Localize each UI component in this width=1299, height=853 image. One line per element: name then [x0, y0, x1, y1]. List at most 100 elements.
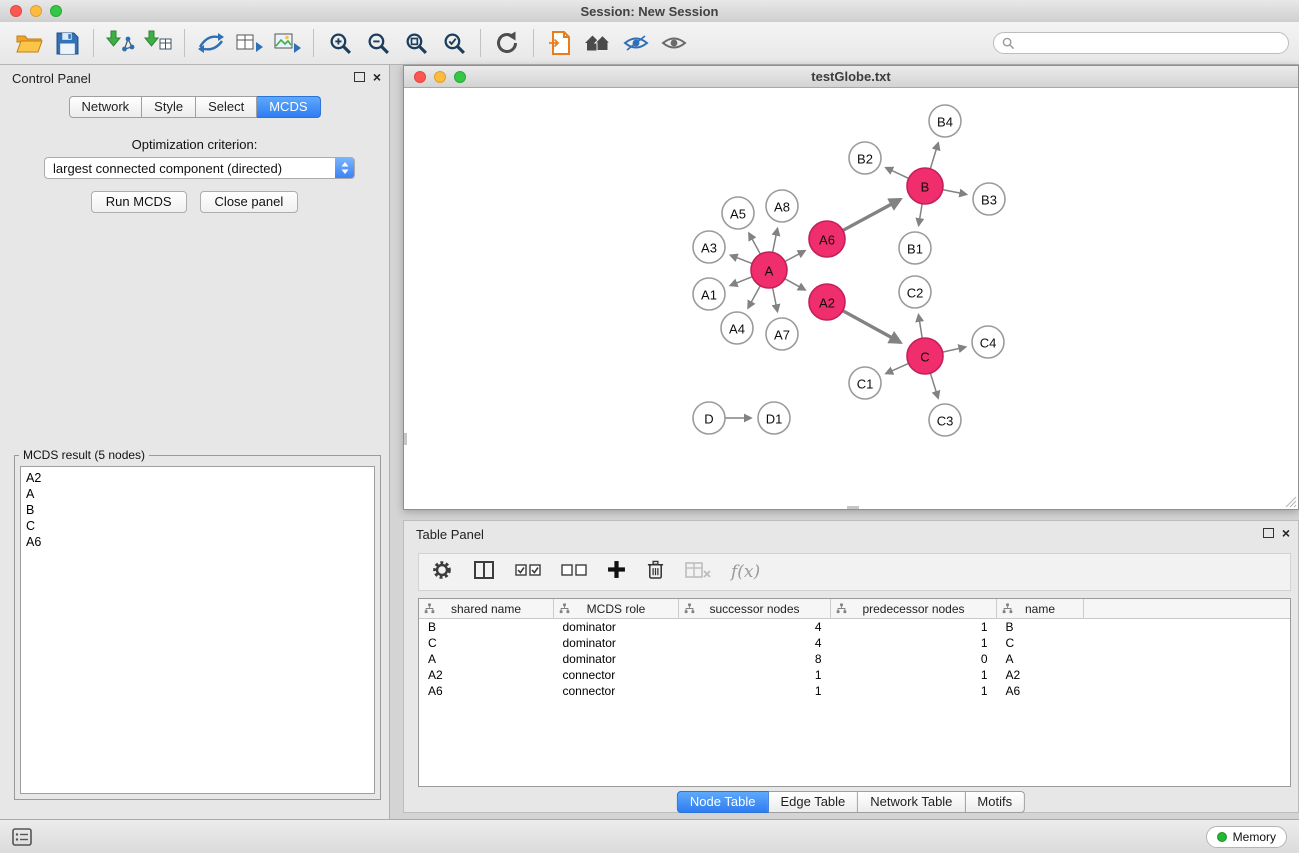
- graphics-details-button[interactable]: [617, 26, 655, 60]
- mcds-result-list[interactable]: A2ABCA6: [20, 466, 375, 794]
- table-row[interactable]: A2connector11A2: [419, 667, 1290, 683]
- import-table-button[interactable]: [139, 26, 177, 60]
- graph-edge-C-C4[interactable]: [943, 347, 966, 352]
- graph-node-label: A7: [774, 328, 790, 343]
- vertical-scroll-thumb[interactable]: [404, 433, 407, 445]
- memory-button[interactable]: Memory: [1206, 826, 1287, 848]
- task-history-button[interactable]: [12, 828, 32, 851]
- column-header-successor-nodes[interactable]: successor nodes: [679, 599, 831, 619]
- network-graph[interactable]: B4B2BB3A5A8A6B1A3AC2A1A2A4A7C4CC1C3DD1: [404, 88, 1297, 509]
- tab-style[interactable]: Style: [142, 96, 196, 118]
- delete-column-button[interactable]: [646, 559, 665, 585]
- column-header-shared-name[interactable]: shared name: [419, 599, 554, 619]
- network-canvas[interactable]: B4B2BB3A5A8A6B1A3AC2A1A2A4A7C4CC1C3DD1: [404, 88, 1298, 509]
- close-panel-icon[interactable]: ×: [373, 71, 381, 83]
- homes-icon: [583, 31, 613, 55]
- graph-edge-A-A1[interactable]: [730, 277, 752, 286]
- column-header-predecessor-nodes[interactable]: predecessor nodes: [831, 599, 997, 619]
- export-image-button[interactable]: [268, 26, 306, 60]
- close-panel-button[interactable]: Close panel: [200, 191, 299, 213]
- refresh-view-button[interactable]: [488, 26, 526, 60]
- zoom-selected-icon: [442, 31, 467, 56]
- tab-select[interactable]: Select: [196, 96, 257, 118]
- deselect-all-rows-button[interactable]: [561, 563, 587, 582]
- neighborhood-button[interactable]: [579, 26, 617, 60]
- search-field[interactable]: [993, 32, 1289, 54]
- tab-edge-table[interactable]: Edge Table: [768, 791, 858, 813]
- optimization-criterion-select[interactable]: largest connected component (directed): [44, 157, 355, 179]
- function-builder-button[interactable]: f(x): [731, 562, 760, 582]
- graph-edge-B-B2[interactable]: [886, 168, 909, 179]
- select-all-rows-button[interactable]: [515, 563, 541, 582]
- zoom-out-button[interactable]: [359, 26, 397, 60]
- refresh-icon: [494, 30, 520, 56]
- column-header-name[interactable]: name: [997, 599, 1084, 619]
- table-row[interactable]: Cdominator41C: [419, 635, 1290, 651]
- export-network-button[interactable]: [192, 26, 230, 60]
- unchecked-boxes-icon: [561, 563, 587, 577]
- graph-edge-A-A5[interactable]: [749, 233, 760, 254]
- table-row[interactable]: Bdominator41B: [419, 619, 1290, 636]
- table-settings-button[interactable]: [431, 559, 453, 586]
- clipboard-icon: [548, 30, 572, 56]
- graph-edge-A-A7[interactable]: [773, 288, 778, 312]
- save-session-button[interactable]: [48, 26, 86, 60]
- column-tree-icon: [836, 603, 847, 614]
- graph-edge-B-B4[interactable]: [930, 143, 938, 169]
- graph-edge-A2-C[interactable]: [843, 311, 901, 343]
- delete-table-button[interactable]: [685, 561, 711, 584]
- mcds-result-title: MCDS result (5 nodes): [19, 448, 149, 462]
- zoom-fit-button[interactable]: [397, 26, 435, 60]
- tab-network-table[interactable]: Network Table: [858, 791, 965, 813]
- graph-edge-A-A8[interactable]: [773, 229, 778, 253]
- tab-network[interactable]: Network: [68, 96, 142, 118]
- select-columns-button[interactable]: [473, 560, 495, 585]
- table-row[interactable]: A6connector11A6: [419, 683, 1290, 699]
- dropdown-stepper-icon[interactable]: [335, 158, 354, 178]
- eye-icon: [661, 33, 687, 53]
- toolbar-separator: [480, 29, 481, 57]
- export-table-button[interactable]: [230, 26, 268, 60]
- tab-motifs[interactable]: Motifs: [965, 791, 1025, 813]
- memory-status-icon: [1217, 832, 1227, 842]
- graph-edge-B-B1[interactable]: [919, 204, 922, 226]
- zoom-selected-button[interactable]: [435, 26, 473, 60]
- float-panel-icon[interactable]: [1263, 528, 1274, 538]
- graph-edge-A-A2[interactable]: [785, 279, 805, 290]
- float-panel-icon[interactable]: [354, 72, 365, 82]
- graph-edge-C-C3[interactable]: [930, 373, 938, 398]
- mcds-result-item[interactable]: A: [26, 486, 369, 502]
- graph-edge-A6-B[interactable]: [843, 199, 901, 230]
- mcds-result-item[interactable]: A2: [26, 470, 369, 486]
- add-column-button[interactable]: [607, 560, 626, 584]
- resize-grip-icon[interactable]: [1283, 494, 1297, 508]
- control-panel-title: Control Panel: [12, 71, 91, 86]
- tab-node-table[interactable]: Node Table: [677, 791, 769, 813]
- column-header-MCDS-role[interactable]: MCDS role: [554, 599, 679, 619]
- tab-mcds[interactable]: MCDS: [257, 96, 320, 118]
- graph-edge-B-B3[interactable]: [943, 190, 967, 195]
- checked-boxes-icon: [515, 563, 541, 577]
- graph-edge-A-A6[interactable]: [785, 251, 805, 262]
- run-mcds-button[interactable]: Run MCDS: [91, 191, 187, 213]
- graph-edge-C-C1[interactable]: [886, 363, 909, 373]
- import-network-button[interactable]: [101, 26, 139, 60]
- zoom-in-button[interactable]: [321, 26, 359, 60]
- graph-edge-A-A3[interactable]: [730, 255, 752, 263]
- zoom-in-icon: [328, 31, 353, 56]
- mcds-result-item[interactable]: A6: [26, 534, 369, 550]
- open-session-button[interactable]: [10, 26, 48, 60]
- task-list-icon: [12, 828, 32, 846]
- trash-icon: [646, 559, 665, 580]
- birds-eye-view-button[interactable]: [655, 26, 693, 60]
- close-panel-icon[interactable]: ×: [1282, 527, 1290, 539]
- import-clipboard-button[interactable]: [541, 26, 579, 60]
- mcds-result-item[interactable]: B: [26, 502, 369, 518]
- table-row[interactable]: Adominator80A: [419, 651, 1290, 667]
- graph-edge-A-A4[interactable]: [748, 286, 760, 308]
- mcds-result-item[interactable]: C: [26, 518, 369, 534]
- details-eye-icon: [623, 33, 649, 53]
- horizontal-scroll-thumb[interactable]: [847, 506, 859, 509]
- search-input[interactable]: [1020, 35, 1280, 51]
- graph-edge-C-C2[interactable]: [919, 315, 923, 338]
